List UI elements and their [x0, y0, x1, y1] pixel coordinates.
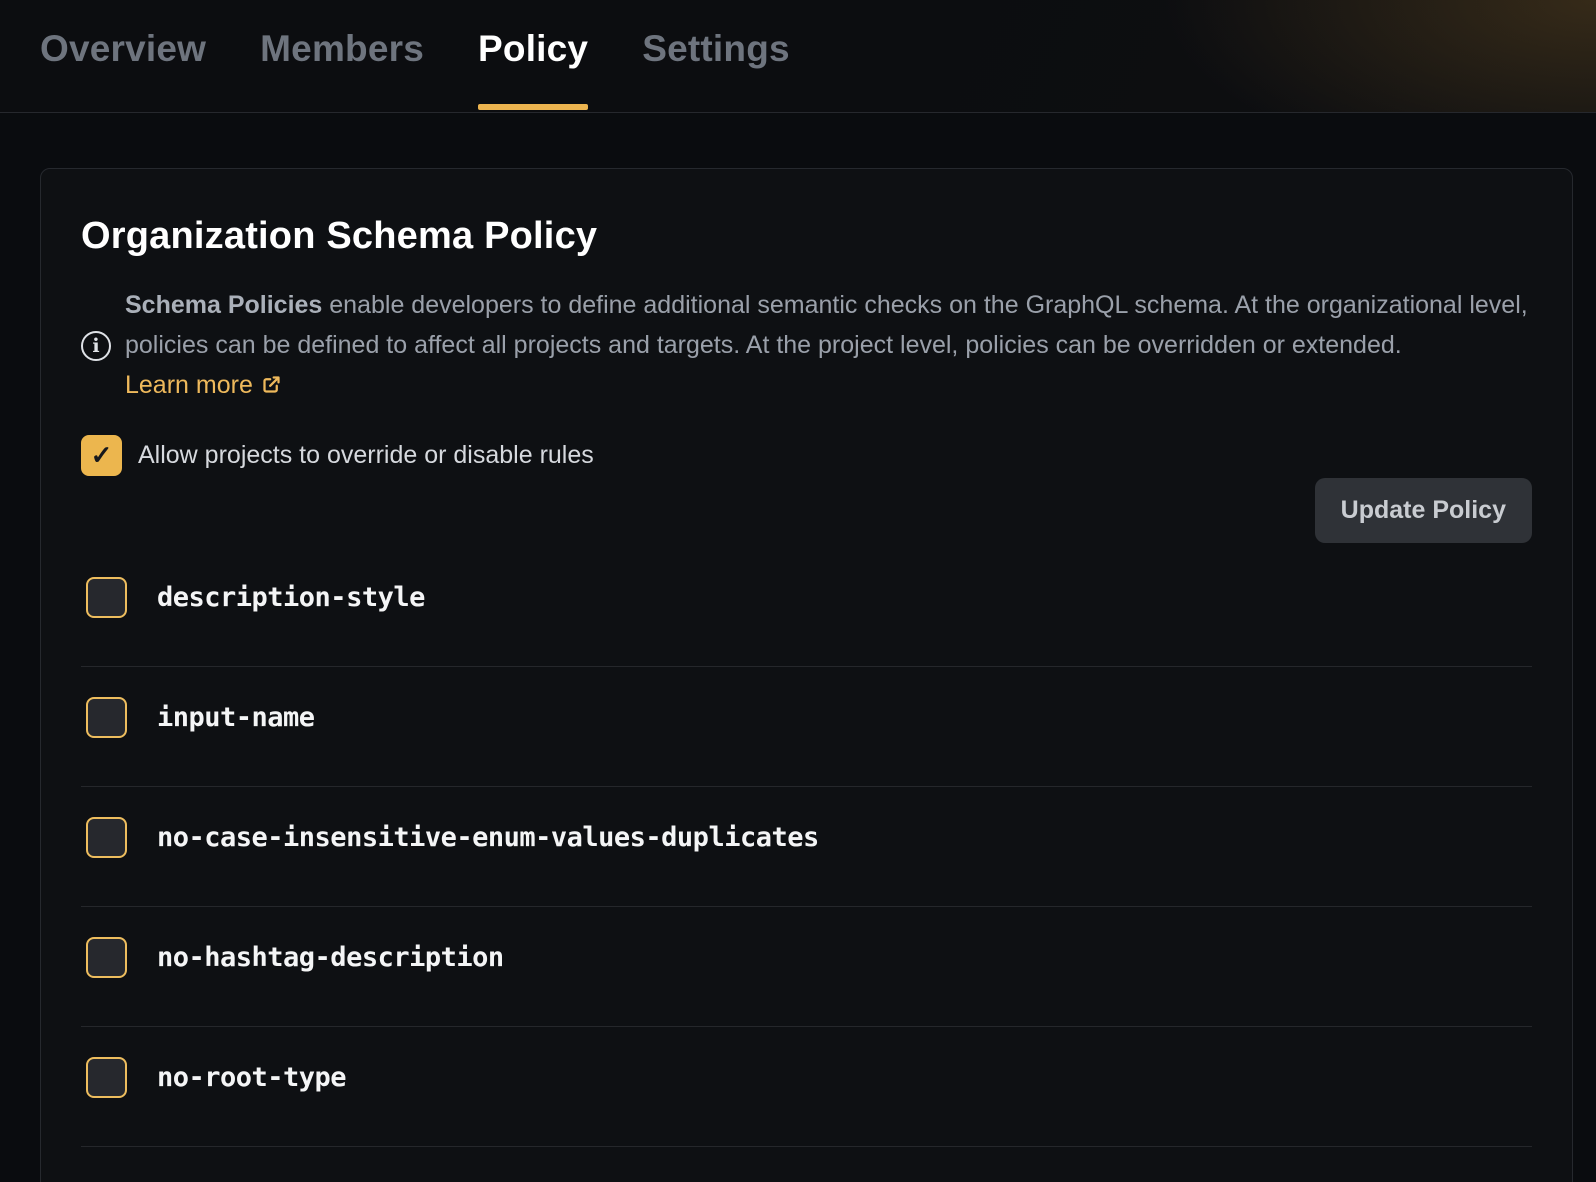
tab-members[interactable]: Members — [260, 28, 424, 113]
rule-checkbox[interactable] — [86, 1057, 127, 1098]
rule-name: no-hashtag-description — [157, 942, 504, 973]
rule-name: no-root-type — [157, 1062, 346, 1093]
update-policy-button[interactable]: Update Policy — [1315, 478, 1532, 543]
policy-card: Organization Schema Policy i Schema Poli… — [40, 168, 1573, 1182]
rule-name: description-style — [157, 582, 425, 613]
rule-row: no-case-insensitive-enum-values-duplicat… — [81, 787, 1532, 907]
learn-more-label: Learn more — [125, 371, 253, 399]
rule-row: description-style — [81, 547, 1532, 667]
rule-row: no-root-type — [81, 1027, 1532, 1147]
rule-row: input-name — [81, 667, 1532, 787]
description-lead: Schema Policies — [125, 291, 322, 319]
rule-name: input-name — [157, 702, 315, 733]
rule-checkbox[interactable] — [86, 937, 127, 978]
info-icon: i — [81, 331, 111, 361]
rule-checkbox[interactable] — [86, 817, 127, 858]
policy-description-text: Schema Policies enable developers to def… — [125, 285, 1532, 407]
tab-policy[interactable]: Policy — [478, 28, 588, 113]
rule-name: no-case-insensitive-enum-values-duplicat… — [157, 822, 819, 853]
override-checkbox-label: Allow projects to override or disable ru… — [138, 441, 594, 470]
tab-overview[interactable]: Overview — [40, 28, 206, 113]
rule-checkbox[interactable] — [86, 697, 127, 738]
description-body: enable developers to define additional s… — [125, 291, 1528, 359]
rules-list: description-style input-name no-case-ins… — [81, 547, 1532, 1147]
tab-settings[interactable]: Settings — [642, 28, 790, 113]
page-title: Organization Schema Policy — [81, 215, 1532, 258]
learn-more-link[interactable]: Learn more — [125, 371, 282, 399]
button-row: Update Policy — [81, 478, 1532, 543]
override-row: ✓ Allow projects to override or disable … — [81, 435, 1532, 476]
external-link-icon — [261, 367, 282, 407]
override-checkbox[interactable]: ✓ — [81, 435, 122, 476]
tab-bar: Overview Members Policy Settings — [0, 0, 1596, 113]
policy-description: i Schema Policies enable developers to d… — [81, 285, 1532, 407]
rule-checkbox[interactable] — [86, 577, 127, 618]
rule-row: no-hashtag-description — [81, 907, 1532, 1027]
